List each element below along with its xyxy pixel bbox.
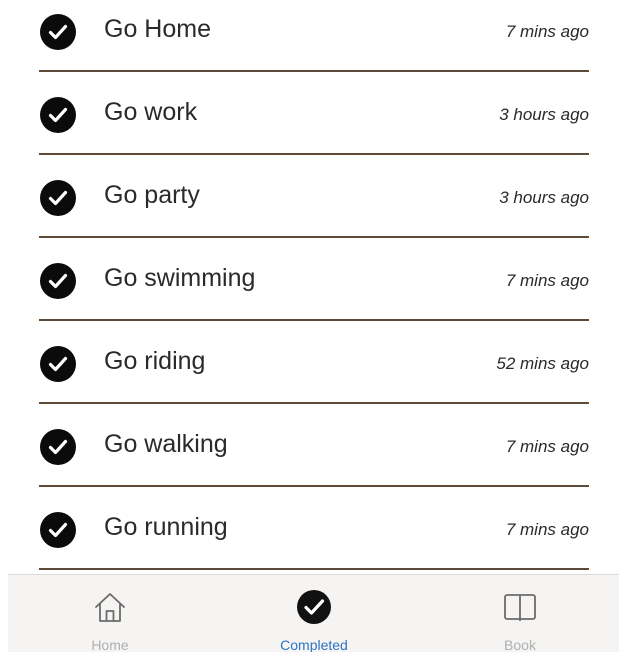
- task-timestamp: 3 hours ago: [499, 188, 589, 207]
- task-row[interactable]: Go walking 7 mins ago: [0, 415, 619, 498]
- check-circle-icon[interactable]: [40, 263, 76, 299]
- book-icon[interactable]: [500, 587, 540, 627]
- task-timestamp: 7 mins ago: [505, 520, 589, 539]
- task-title: Go Home: [104, 15, 211, 43]
- check-circle-icon[interactable]: [40, 14, 76, 50]
- check-circle-icon[interactable]: [40, 429, 76, 465]
- task-row[interactable]: Go work 3 hours ago: [0, 83, 619, 166]
- row-divider: [39, 402, 589, 404]
- row-divider: [39, 485, 589, 487]
- task-title: Go work: [104, 98, 198, 126]
- tab-label: Completed: [280, 637, 348, 652]
- task-timestamp: 7 mins ago: [505, 437, 589, 456]
- task-row[interactable]: Go party 3 hours ago: [0, 166, 619, 249]
- row-divider: [39, 319, 589, 321]
- completed-task-list: Go Home 7 mins ago Go work 3 hours ago G…: [0, 0, 619, 574]
- task-title: Go swimming: [104, 264, 256, 292]
- row-divider: [39, 568, 589, 570]
- row-divider: [39, 70, 589, 72]
- task-title: Go walking: [104, 430, 228, 458]
- task-row[interactable]: Go Home 7 mins ago: [0, 0, 619, 83]
- check-circle-icon[interactable]: [294, 587, 334, 627]
- row-divider: [39, 153, 589, 155]
- bottom-tab-bar: Home Completed Book: [8, 574, 619, 652]
- row-divider: [39, 236, 589, 238]
- task-timestamp: 52 mins ago: [496, 354, 589, 373]
- task-title: Go party: [104, 181, 200, 209]
- task-row[interactable]: Go running 7 mins ago: [0, 498, 619, 574]
- task-timestamp: 3 hours ago: [499, 105, 589, 124]
- task-title: Go riding: [104, 347, 206, 375]
- app-screen: Go Home 7 mins ago Go work 3 hours ago G…: [0, 0, 619, 652]
- task-title: Go running: [104, 513, 228, 541]
- task-row[interactable]: Go riding 52 mins ago: [0, 332, 619, 415]
- check-circle-icon[interactable]: [40, 97, 76, 133]
- task-timestamp: 7 mins ago: [505, 271, 589, 290]
- home-icon[interactable]: [90, 587, 130, 627]
- check-circle-icon[interactable]: [40, 346, 76, 382]
- task-row[interactable]: Go swimming 7 mins ago: [0, 249, 619, 332]
- check-circle-icon[interactable]: [40, 180, 76, 216]
- tab-home[interactable]: Home: [50, 575, 170, 652]
- tab-label: Home: [91, 637, 129, 652]
- task-timestamp: 7 mins ago: [505, 22, 589, 41]
- check-circle-icon[interactable]: [40, 512, 76, 548]
- tab-book[interactable]: Book: [460, 575, 580, 652]
- tab-completed[interactable]: Completed: [254, 575, 374, 652]
- tab-label: Book: [504, 637, 536, 652]
